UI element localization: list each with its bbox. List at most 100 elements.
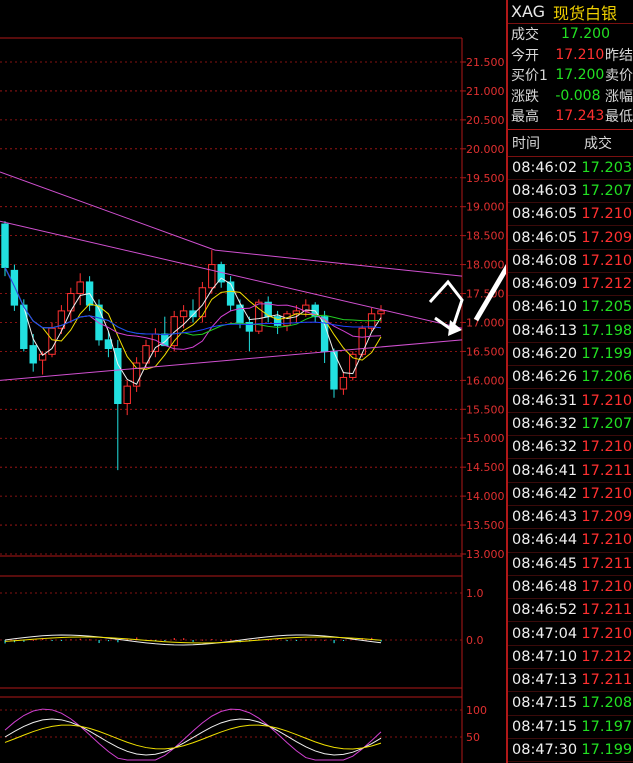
candle-body bbox=[123, 385, 131, 405]
price-tick-label: 20.000 bbox=[466, 143, 505, 156]
tick-time: 08:46:48 bbox=[512, 578, 578, 595]
kdj-j-line bbox=[4, 708, 382, 761]
tick-price: 17.210 bbox=[581, 485, 633, 502]
tick-price: 17.210 bbox=[581, 252, 633, 269]
symbol-name: 现货白银 bbox=[553, 3, 618, 23]
macd-bar bbox=[305, 639, 307, 641]
tick-row[interactable]: 08:46:32 17.207 bbox=[508, 413, 633, 437]
tick-row[interactable]: 08:46:02 17.203 bbox=[508, 157, 633, 180]
tick-price: 17.210 bbox=[581, 392, 633, 409]
macd-bar bbox=[70, 639, 72, 641]
trendline-upper-left bbox=[0, 171, 216, 251]
macd-bar bbox=[89, 639, 91, 641]
tick-row[interactable]: 08:47:13 17.211 bbox=[508, 669, 633, 693]
tick-row[interactable]: 08:46:20 17.199 bbox=[508, 343, 633, 367]
quote-summary: 成交 17.200 今开 17.210 昨结 买价1 17.200 卖价 涨跌 -0.008 涨幅最… bbox=[508, 24, 633, 127]
candle-body bbox=[339, 376, 348, 390]
quote-row: 买价1 17.200 卖价 bbox=[508, 65, 633, 86]
macd-bar bbox=[342, 640, 345, 641]
price-tick-label: 13.500 bbox=[466, 519, 505, 532]
tick-price: 17.207 bbox=[581, 182, 633, 199]
tick-row[interactable]: 08:47:30 17.199 bbox=[508, 739, 633, 763]
macd-tick-label: 0.0 bbox=[466, 634, 484, 647]
tick-row[interactable]: 08:46:03 17.207 bbox=[508, 180, 633, 204]
tick-row[interactable]: 08:46:05 17.209 bbox=[508, 226, 633, 250]
tick-row[interactable]: 08:46:26 17.206 bbox=[508, 366, 633, 390]
tick-row[interactable]: 08:46:43 17.209 bbox=[508, 506, 633, 530]
kline-chart[interactable]: 21.500 21.000 20.500 20.000 19.500 19.000 18.5… bbox=[0, 0, 506, 763]
tick-row[interactable]: 08:46:13 17.198 bbox=[508, 320, 633, 343]
tick-row[interactable]: 08:47:04 17.210 bbox=[508, 622, 633, 646]
tick-row[interactable]: 08:46:10 17.205 bbox=[508, 296, 633, 320]
tick-time: 08:47:15 bbox=[512, 695, 578, 712]
tick-price: 17.211 bbox=[581, 555, 633, 572]
macd-bar bbox=[60, 640, 63, 641]
macd-bar bbox=[117, 640, 119, 643]
tick-row[interactable]: 08:46:41 17.211 bbox=[508, 459, 633, 483]
macd-bar bbox=[164, 640, 166, 641]
quote-value: 17.200 bbox=[561, 26, 610, 43]
tick-row[interactable]: 08:46:09 17.212 bbox=[508, 273, 633, 297]
candle-body bbox=[377, 310, 385, 315]
macd-bar bbox=[192, 640, 194, 642]
quote-row: 成交 17.200 bbox=[508, 24, 633, 45]
tick-price: 17.211 bbox=[581, 602, 633, 619]
tick-row[interactable]: 08:46:32 17.210 bbox=[508, 436, 633, 460]
tick-list[interactable]: 08:46:02 17.203 08:46:03 17.207 08:46:05 17.2… bbox=[508, 157, 633, 763]
macd-bar bbox=[295, 640, 298, 641]
price-tick-label: 17.500 bbox=[466, 288, 505, 301]
macd-bar bbox=[201, 639, 204, 641]
quote-value: 17.243 bbox=[555, 108, 605, 125]
candle-body bbox=[67, 293, 75, 312]
macd-bar bbox=[51, 640, 53, 641]
tick-row[interactable]: 08:46:52 17.211 bbox=[508, 599, 633, 623]
macd-bar bbox=[32, 639, 34, 641]
tick-price: 17.211 bbox=[581, 672, 633, 689]
tick-row[interactable]: 08:47:10 17.212 bbox=[508, 646, 633, 670]
tick-time: 08:46:32 bbox=[512, 439, 578, 456]
tick-time: 08:46:44 bbox=[512, 532, 578, 549]
price-tick-label: 18.000 bbox=[466, 259, 505, 272]
tick-row[interactable]: 08:46:45 17.211 bbox=[508, 553, 633, 576]
tick-price: 17.208 bbox=[581, 695, 633, 712]
tick-row[interactable]: 08:46:48 17.210 bbox=[508, 576, 633, 600]
tick-time: 08:46:13 bbox=[512, 322, 578, 339]
tick-price: 17.205 bbox=[581, 299, 633, 316]
quote-label: 今开 bbox=[511, 47, 539, 64]
ticks-header: 时间 成交 bbox=[508, 130, 633, 157]
tick-time: 08:47:10 bbox=[512, 648, 578, 665]
candle-body bbox=[189, 310, 197, 318]
tick-row[interactable]: 08:46:44 17.210 bbox=[508, 529, 633, 553]
tick-time: 08:46:31 bbox=[512, 392, 578, 409]
tick-price: 17.209 bbox=[581, 509, 633, 526]
macd-bar bbox=[220, 639, 222, 641]
quote-value: 17.200 bbox=[555, 67, 605, 84]
trendline-mid bbox=[0, 220, 463, 329]
tick-time: 08:47:04 bbox=[512, 625, 578, 642]
macd-bar bbox=[333, 640, 335, 644]
quote-row: 今开 17.210 昨结 bbox=[508, 45, 633, 66]
macd-bar bbox=[286, 640, 288, 642]
tick-row[interactable]: 08:46:05 17.210 bbox=[508, 203, 633, 227]
symbol-code: XAG bbox=[511, 2, 546, 21]
ticks-header-time: 时间 bbox=[512, 135, 540, 152]
candle-body bbox=[226, 281, 235, 306]
tick-row[interactable]: 08:47:15 17.208 bbox=[508, 692, 633, 716]
tick-row[interactable]: 08:46:31 17.210 bbox=[508, 389, 633, 413]
quote-label: 买价1 bbox=[511, 68, 548, 85]
tick-row[interactable]: 08:47:15 17.197 bbox=[508, 716, 633, 739]
tick-price: 17.210 bbox=[581, 578, 633, 595]
tick-time: 08:46:09 bbox=[512, 276, 578, 293]
price-tick-label: 19.500 bbox=[466, 172, 505, 185]
macd-bar bbox=[314, 639, 316, 641]
kline-chart-area[interactable]: 21.500 21.000 20.500 20.000 19.500 19.000 18.5… bbox=[0, 0, 506, 763]
price-tick-label: 15.500 bbox=[466, 403, 505, 416]
quote-panel: XAG 现货白银 成交 17.200 今开 17.210 昨结 买价1 17.200 卖价 涨跌… bbox=[506, 0, 633, 763]
tick-row[interactable]: 08:46:42 17.210 bbox=[508, 483, 633, 506]
candle-body bbox=[20, 304, 28, 350]
tick-time: 08:46:32 bbox=[512, 415, 578, 432]
quote-label: 涨跌 bbox=[511, 88, 539, 105]
tick-row[interactable]: 08:46:08 17.210 bbox=[508, 250, 633, 273]
kdj-tick-label: 50 bbox=[466, 731, 480, 744]
tick-time: 08:46:02 bbox=[512, 159, 578, 176]
